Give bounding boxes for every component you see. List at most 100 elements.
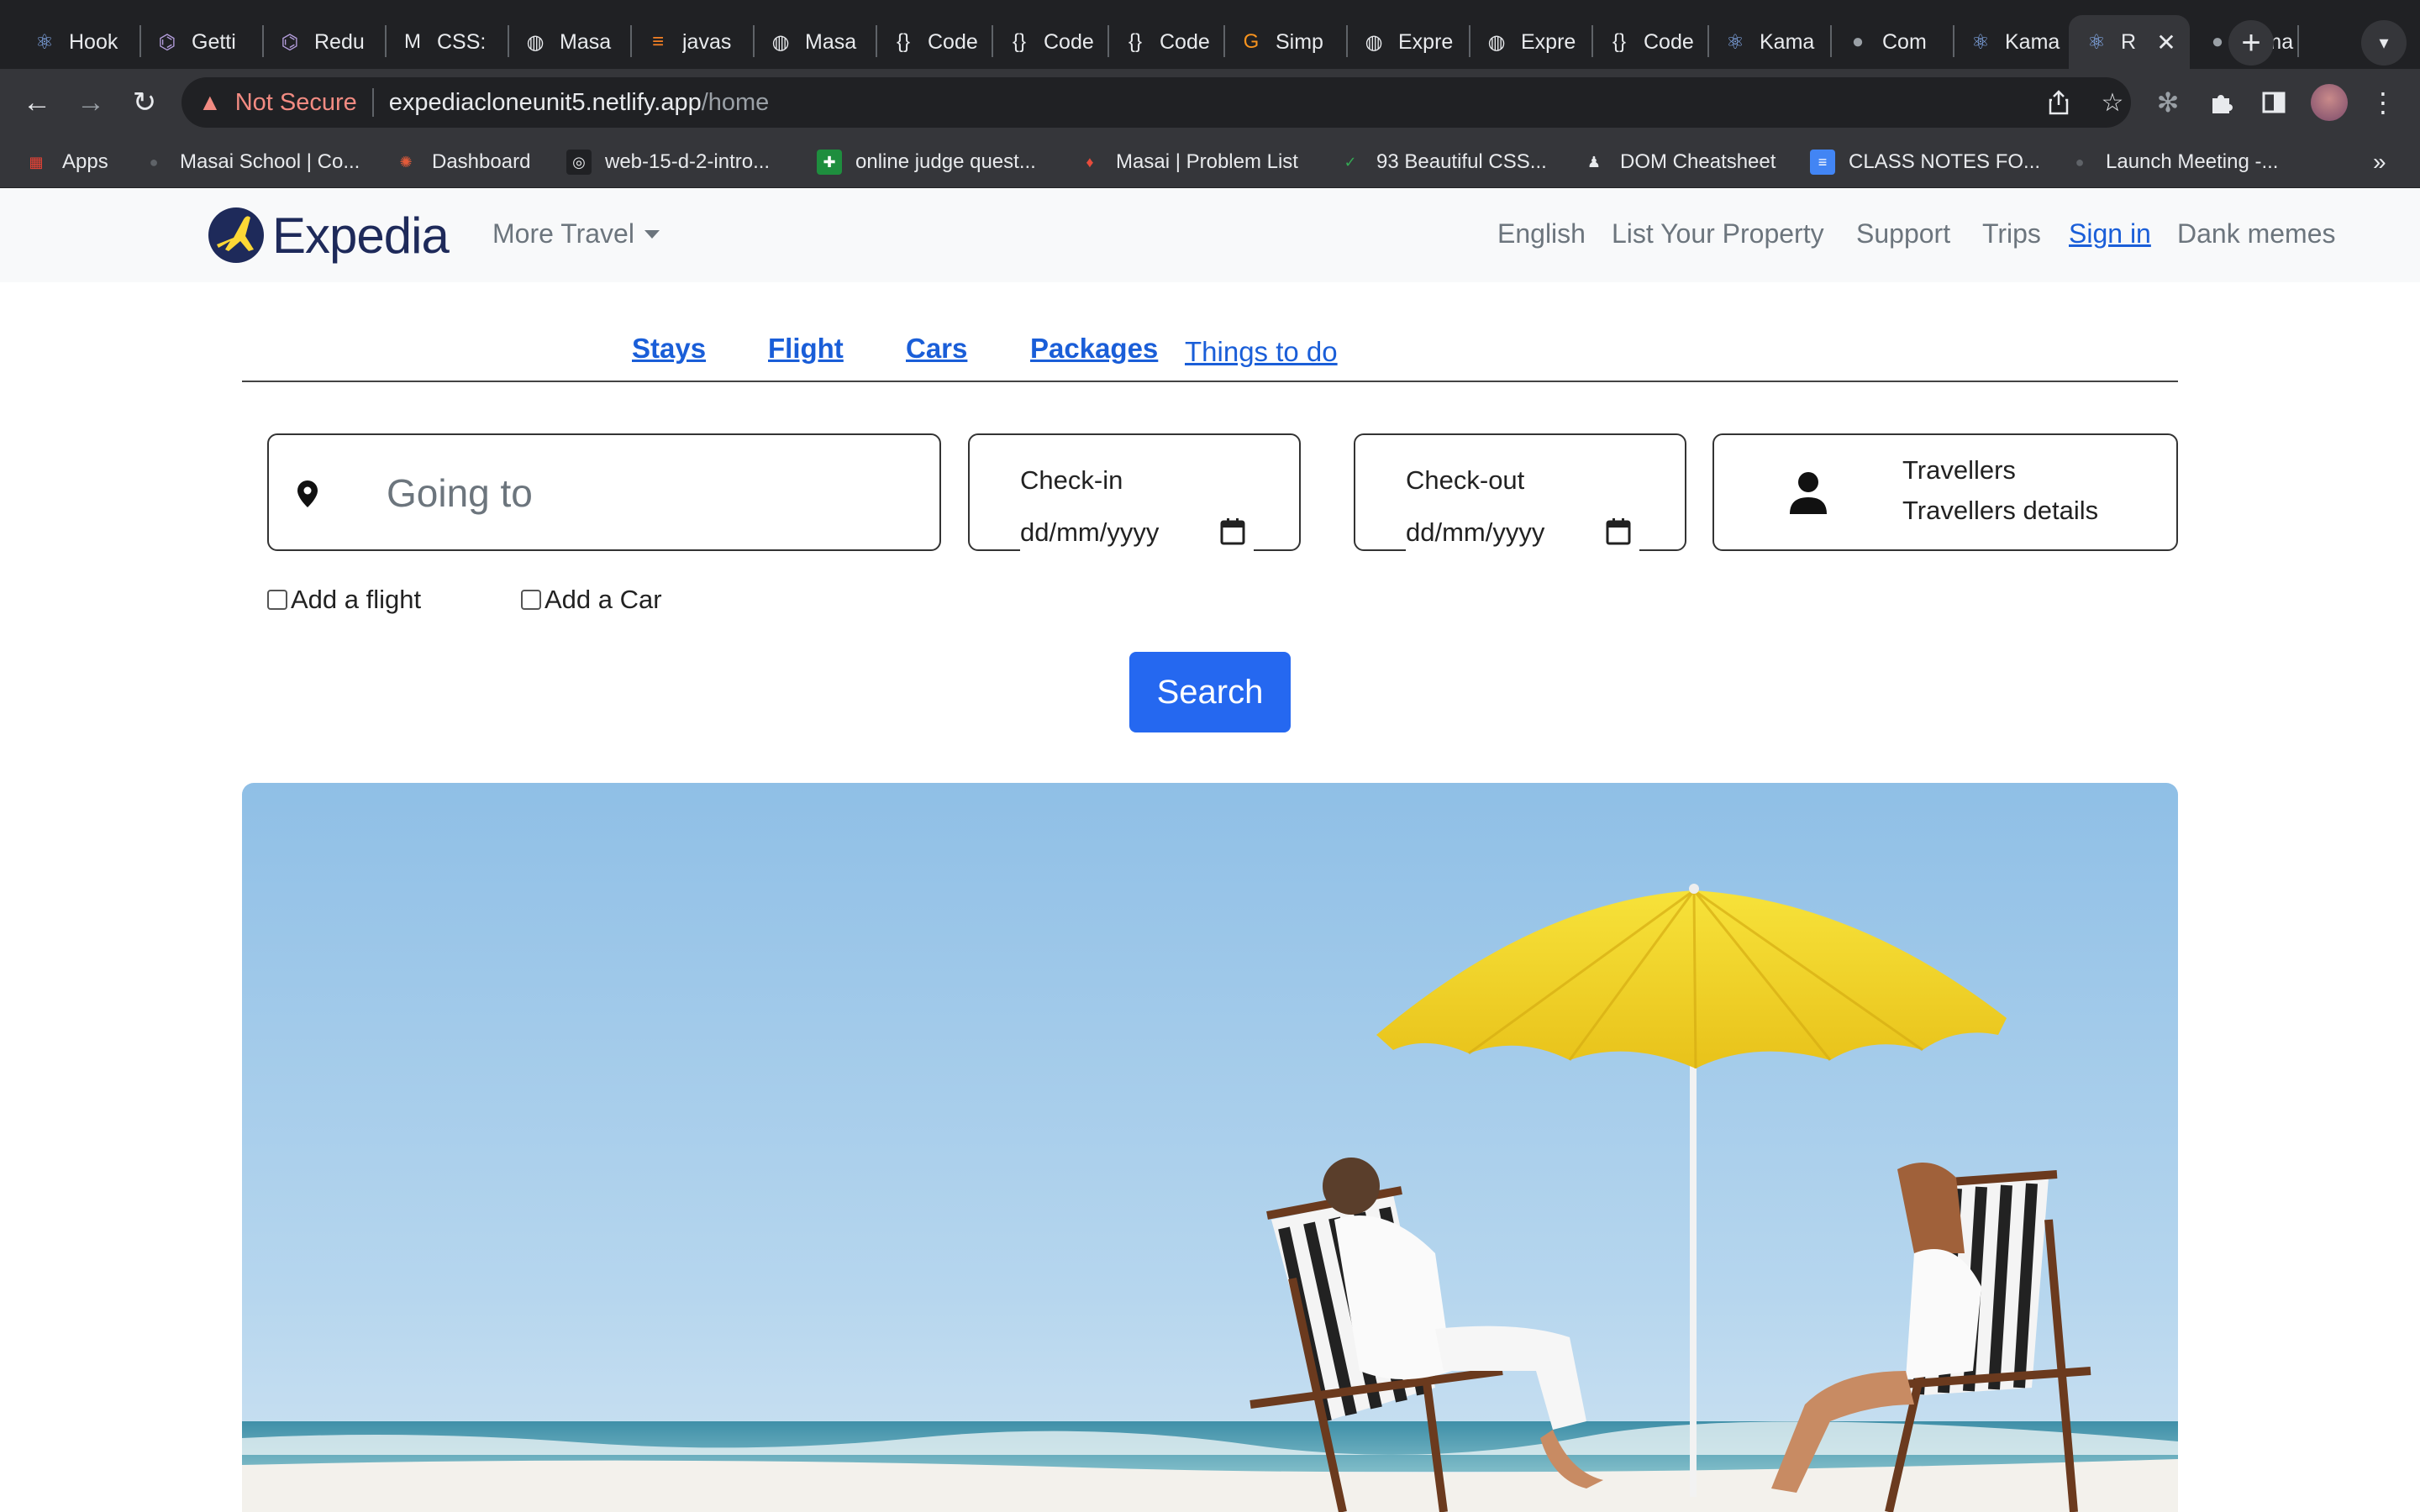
bookmark-item[interactable]: ● Launch Meeting -... [2067, 146, 2279, 178]
tab-title: Masa [805, 29, 857, 54]
side-panel-icon[interactable] [2254, 82, 2294, 123]
calendar-icon[interactable] [1220, 517, 1245, 546]
browser-tab-strip: ⚛ Hook ⌬ Getti ⌬ Redu M CSS: ◍ Masa ≡ javas ◍ Masa {} C… [0, 0, 2420, 69]
globe-icon: ◍ [1487, 30, 1506, 54]
check-in-date-input[interactable]: dd/mm/yyyy [1020, 517, 1159, 548]
browser-tab[interactable]: ◍ Expre [1469, 15, 1591, 69]
mdn-icon: M [404, 30, 421, 53]
forward-arrow-icon[interactable]: → [71, 82, 111, 123]
tab-title: Masa [560, 29, 612, 54]
browser-tab[interactable]: ⌬ Redu [262, 15, 385, 69]
tab-packages[interactable]: Packages [1030, 333, 1158, 365]
tab-title: Hook [69, 29, 118, 54]
browser-tab[interactable]: ⚛ Kama [1953, 15, 2069, 69]
input-overlap [1406, 548, 1639, 551]
browser-tab[interactable]: ● Com [1830, 15, 1953, 69]
check-out-date-input[interactable]: dd/mm/yyyy [1406, 517, 1544, 548]
browser-tab[interactable]: ⚛ R ✕ [2069, 15, 2190, 69]
map-pin-icon [289, 475, 326, 512]
going-to-input[interactable] [387, 460, 908, 526]
bookmark-item[interactable]: ✓ 93 Beautiful CSS... [1338, 146, 1546, 178]
browser-tab[interactable]: ⚛ Hook [17, 15, 139, 69]
dom-icon: ♟ [1586, 153, 1602, 171]
globe-icon: ◍ [1365, 30, 1383, 54]
codesandbox-icon: {} [896, 30, 911, 53]
profile-avatar[interactable] [2311, 84, 2348, 121]
browser-tab[interactable]: {} Code [876, 15, 992, 69]
tab-flight[interactable]: Flight [768, 333, 844, 365]
check-in-field[interactable]: Check-in dd/mm/yyyy [968, 433, 1301, 551]
bookmark-item[interactable]: ♟ DOM Cheatsheet [1581, 146, 1776, 178]
reload-icon[interactable]: ↻ [124, 82, 165, 123]
add-car-checkbox[interactable] [521, 590, 541, 610]
travellers-field[interactable]: Travellers Travellers details [1712, 433, 2178, 551]
loom-icon: ◎ [566, 150, 592, 175]
add-flight-checkbox[interactable] [267, 590, 287, 610]
add-car-option[interactable]: Add a Car [521, 585, 662, 615]
more-menu-icon[interactable]: ⋮ [2363, 82, 2403, 123]
tab-title: Redu [314, 29, 365, 54]
codesandbox-icon: {} [1012, 30, 1027, 53]
bookmarks-overflow-button[interactable]: » [2373, 146, 2386, 178]
share-icon[interactable] [2039, 82, 2079, 123]
react-icon: ⚛ [35, 30, 54, 54]
check-out-field[interactable]: Check-out dd/mm/yyyy [1354, 433, 1686, 551]
browser-tab[interactable]: ≡ javas [630, 15, 753, 69]
browser-tab[interactable]: ◍ Expre [1346, 15, 1469, 69]
bookmark-item[interactable]: ▦ Apps [24, 146, 108, 178]
dashboard-icon: ✺ [399, 153, 413, 171]
react-icon: ⚛ [2087, 30, 2106, 54]
check-in-label: Check-in [1020, 465, 1123, 495]
globe-icon: ● [149, 153, 159, 171]
codesandbox-icon: {} [1128, 30, 1143, 53]
bookmark-star-icon[interactable]: ☆ [2092, 82, 2133, 123]
tab-title: Code [928, 29, 978, 54]
browser-tab[interactable]: G Simp [1223, 15, 1346, 69]
travellers-details: Travellers details [1902, 496, 2099, 525]
address-bar[interactable]: ▲ Not Secure expediacloneunit5.netlify.a… [182, 77, 2131, 128]
browser-tab[interactable]: {} Code [1107, 15, 1223, 69]
sheets-icon: ✚ [817, 150, 842, 175]
browser-tab[interactable]: ◍ Masa [753, 15, 876, 69]
browser-tab[interactable]: ⚛ Kama [1707, 15, 1830, 69]
bookmarks-bar: ▦ Apps ● Masai School | Co... ✺ Dashboard ◎ web… [0, 136, 2420, 188]
browser-tab[interactable]: ◍ Masa [508, 15, 630, 69]
browser-tab[interactable]: {} Code [992, 15, 1107, 69]
bookmark-item[interactable]: ≡ CLASS NOTES FO... [1810, 146, 2040, 178]
bookmark-label: CLASS NOTES FO... [1849, 150, 2041, 173]
tab-search-button[interactable]: ▾ [2361, 20, 2407, 66]
tab-title: Kama [2005, 29, 2060, 54]
going-to-field[interactable] [267, 433, 941, 551]
tab-things-to-do[interactable]: Things to do [1185, 336, 1338, 368]
react-devtools-icon[interactable]: ✻ [2148, 82, 2188, 123]
tab-cars[interactable]: Cars [906, 333, 967, 365]
bookmark-label: Masai School | Co... [180, 150, 360, 173]
docs-icon: ≡ [1810, 150, 1835, 175]
new-tab-button[interactable]: + [2228, 20, 2274, 66]
browser-tab[interactable]: {} Code [1591, 15, 1707, 69]
browser-tab[interactable]: M CSS: [385, 15, 508, 69]
extensions-puzzle-icon[interactable] [2202, 82, 2242, 123]
tab-title: Code [1644, 29, 1694, 54]
add-flight-option[interactable]: Add a flight [267, 585, 421, 615]
back-arrow-icon[interactable]: ← [17, 82, 57, 123]
redux-icon: ⌬ [158, 30, 176, 54]
tab-title: Simp [1276, 29, 1323, 54]
tab-stays[interactable]: Stays [632, 333, 706, 365]
bookmark-item[interactable]: ✚ online judge quest... [817, 146, 1036, 178]
nav-dank-memes-link[interactable]: Dank memes [2177, 218, 2336, 249]
category-divider [242, 381, 2178, 382]
search-button[interactable]: Search [1129, 652, 1291, 732]
bookmark-item[interactable]: ● Masai School | Co... [141, 146, 360, 178]
bookmark-item[interactable]: ◎ web-15-d-2-intro... [566, 146, 770, 178]
bookmark-item[interactable]: ♦ Masai | Problem List [1077, 146, 1298, 178]
bookmark-item[interactable]: ✺ Dashboard [393, 146, 530, 178]
globe-icon: ◍ [771, 30, 790, 54]
tab-title: Code [1044, 29, 1094, 54]
calendar-icon[interactable] [1606, 517, 1631, 546]
css-icon: ✓ [1344, 153, 1357, 171]
masai-icon: ♦ [1086, 153, 1094, 171]
close-tab-icon[interactable]: ✕ [2151, 29, 2181, 56]
security-label[interactable]: Not Secure [235, 89, 357, 117]
browser-tab[interactable]: ⌬ Getti [139, 15, 262, 69]
